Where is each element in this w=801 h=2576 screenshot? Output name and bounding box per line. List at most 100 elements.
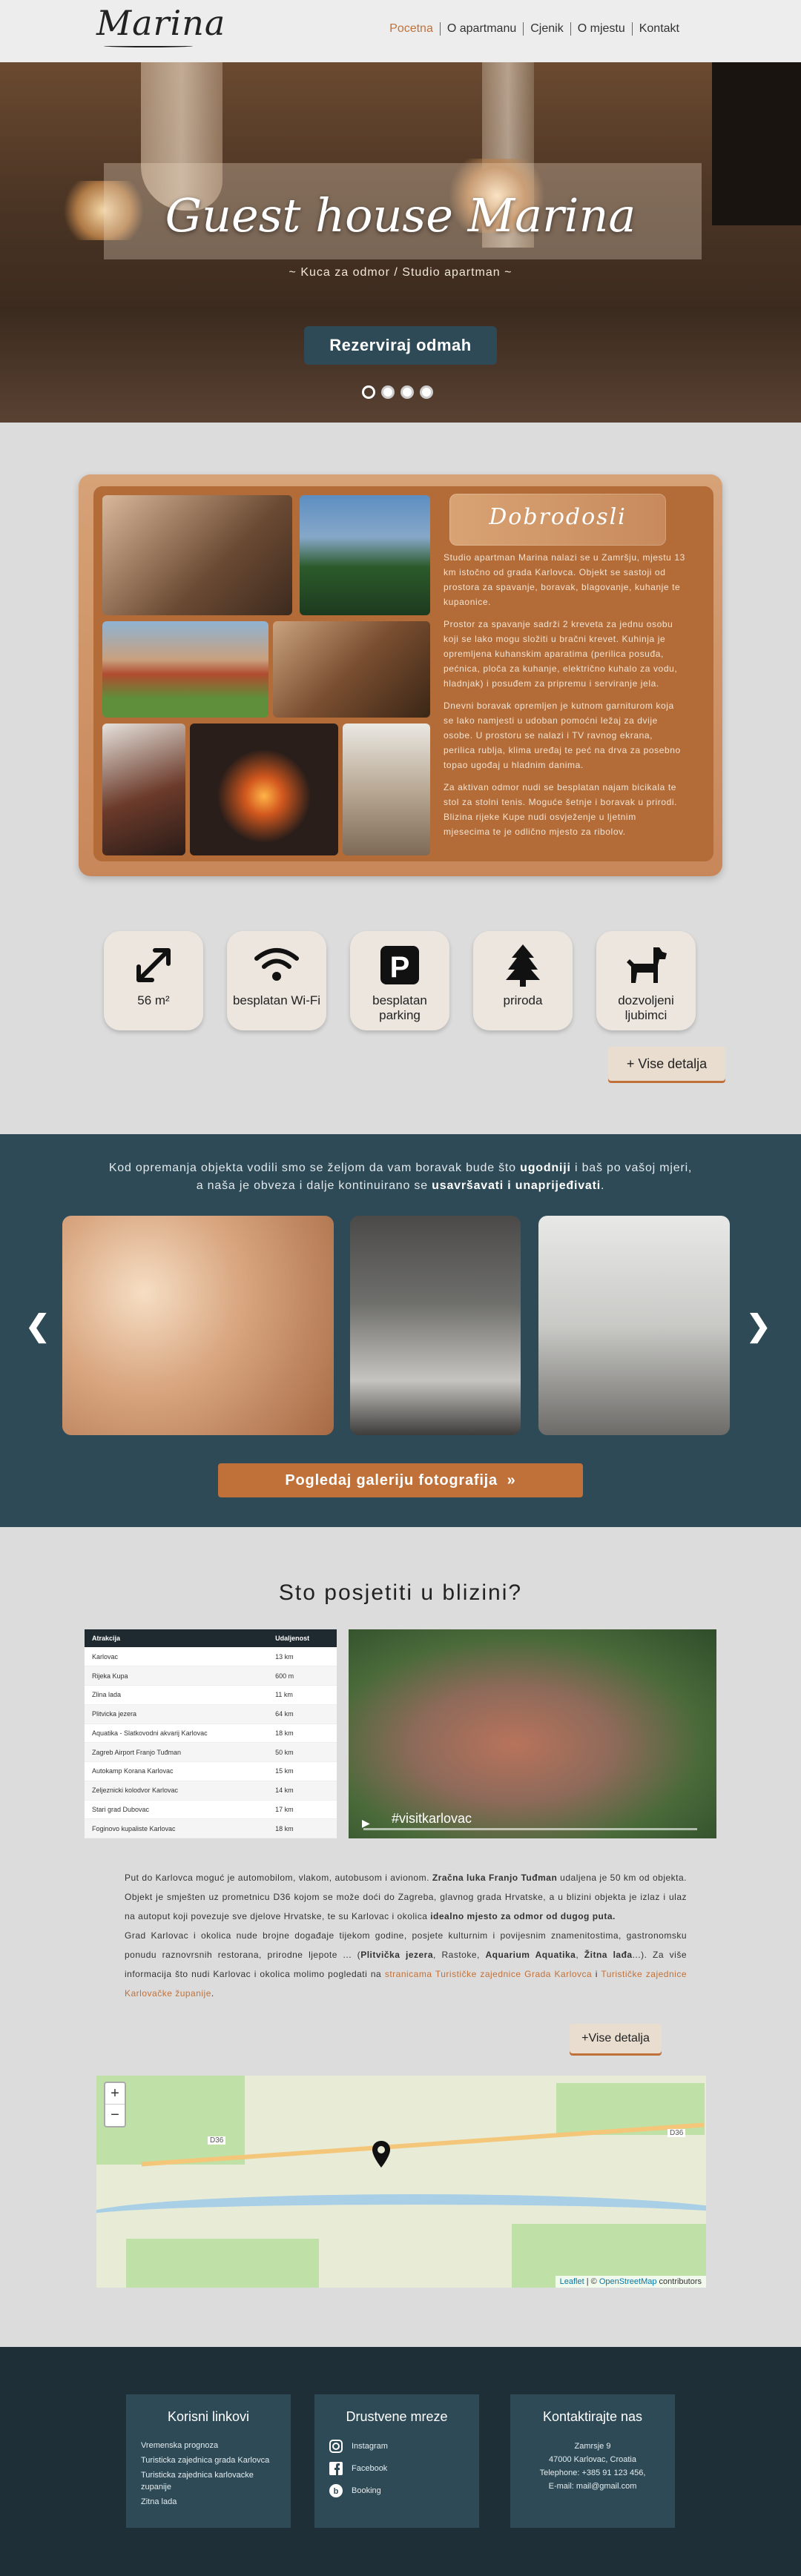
facebook-link[interactable]: Facebook (329, 2462, 464, 2475)
welcome-paragraph: Za aktivan odmor nudi se besplatan najam… (444, 782, 678, 837)
booking-link[interactable]: b Booking (329, 2484, 464, 2497)
table-row: Stari grad Dubovac 17 km (85, 1800, 337, 1820)
hero-image-floor (0, 307, 801, 423)
nearby-text-part: Put do Karlovca moguć je automobilom, vl… (125, 1873, 429, 1883)
nearby-text-part: , Rastoke, (433, 1950, 480, 1960)
photo-garden[interactable] (343, 724, 430, 855)
footer-link[interactable]: Zitna lada (141, 2496, 276, 2508)
photo-house-exterior[interactable] (102, 621, 268, 718)
view-gallery-label: Pogledaj galeriju fotografija (285, 1471, 498, 1489)
photo-dining[interactable] (102, 724, 185, 855)
welcome-text: Studio apartman Marina nalazi se u Zamrš… (444, 550, 685, 847)
karlovac-video[interactable]: ▶ #visitkarlovac (349, 1629, 716, 1838)
contact-address: Zamrsje 9 (574, 2442, 611, 2451)
zoom-in-button[interactable]: + (105, 2083, 125, 2105)
svg-text:b: b (334, 2487, 339, 2496)
table-row: Foginovo kupaliste Karlovac 18 km (85, 1818, 337, 1838)
nearby-text-bold: Žitna lađa (584, 1950, 633, 1960)
photo-kitchen[interactable] (273, 621, 430, 718)
booking-label: Booking (352, 2486, 381, 2495)
location-map[interactable]: D36 D36 + − Leaflet | © OpenStreetMap co… (96, 2076, 706, 2288)
view-gallery-button[interactable]: Pogledaj galeriju fotografija » (218, 1463, 583, 1497)
booking-icon: b (329, 2484, 343, 2497)
logo-underline (104, 44, 193, 47)
more-details-button[interactable]: +Vise detalja (570, 2024, 662, 2053)
chevron-left-icon[interactable]: ❮ (25, 1309, 50, 1343)
chevron-right-icon[interactable]: ❯ (746, 1309, 771, 1343)
photo-fireplace[interactable] (190, 724, 338, 855)
nearby-text-bold: idealno mjesto za odmor od dugog puta. (430, 1911, 616, 1921)
attraction-distance: 11 km (268, 1685, 337, 1705)
map-attribution: Leaflet | © OpenStreetMap contributors (555, 2276, 706, 2288)
welcome-paragraph: Studio apartman Marina nalazi se u Zamrš… (444, 552, 685, 607)
footer-link[interactable]: Turisticka zajednica grada Karlovca (141, 2454, 276, 2466)
gallery-text-part: Kod opremanja objekta vodili smo se želj… (108, 1162, 521, 1174)
video-title: #visitkarlovac (392, 1811, 472, 1826)
gallery-text-bold: usavršavati i unaprijeđivati (432, 1179, 601, 1192)
nav-o-apartmanu[interactable]: O apartmanu (439, 22, 523, 36)
gallery-text-part: . (601, 1179, 605, 1192)
instagram-icon (329, 2440, 343, 2453)
attraction-name: Aquatika - Slatkovodni akvarij Karlovac (85, 1724, 268, 1744)
double-chevron-right-icon: » (502, 1471, 516, 1489)
reserve-button[interactable]: Rezerviraj odmah (304, 326, 497, 365)
zoom-out-button[interactable]: − (105, 2105, 125, 2126)
slider-dot[interactable] (400, 385, 414, 399)
more-details-label: Vise detalja (588, 2032, 650, 2044)
photo-river[interactable] (300, 495, 430, 615)
amenity-size: 56 m² (104, 931, 203, 1030)
table-row: Karlovac 13 km (85, 1647, 337, 1667)
attribution-separator: | © (584, 2277, 599, 2286)
more-details-button[interactable]: + Vise detalja (608, 1047, 725, 1081)
nav-pocetna[interactable]: Pocetna (383, 22, 440, 36)
gallery-photo-bathroom-mirror[interactable] (350, 1216, 521, 1435)
more-details-label: Vise detalja (638, 1056, 708, 1071)
nav-cjenik[interactable]: Cjenik (523, 22, 570, 36)
video-progress-bar[interactable] (363, 1828, 697, 1830)
gallery-photo-pillows[interactable] (62, 1216, 334, 1435)
amenity-nature: priroda (473, 931, 573, 1030)
slider-dot[interactable] (420, 385, 433, 399)
slider-dot[interactable] (381, 385, 395, 399)
welcome-paragraph: Dnevni boravak opremljen je kutnom garni… (444, 701, 681, 770)
site-logo[interactable]: Marina (96, 3, 225, 43)
nav-kontakt[interactable]: Kontakt (631, 22, 686, 36)
road-label: D36 (668, 2129, 686, 2137)
attraction-name: Karlovac (85, 1647, 268, 1667)
welcome-card: Dobrodosli Studio apartman Marina nalazi… (79, 474, 722, 876)
main-nav: Pocetna O apartmanu Cjenik O mjestu Kont… (383, 22, 686, 36)
contact-email[interactable]: E-mail: mail@gmail.com (510, 2480, 675, 2493)
tourist-board-link[interactable]: stranicama Turističke zajednice (385, 1969, 521, 1979)
attraction-distance: 18 km (268, 1724, 337, 1744)
contact-city: 47000 Karlovac, Croatia (548, 2455, 636, 2464)
footer-contact-card: Kontaktirajte nas Zamrsje 9 47000 Karlov… (510, 2394, 675, 2528)
karlovac-city-link[interactable]: Grada Karlovca (524, 1969, 592, 1979)
amenity-label: 56 m² (137, 993, 170, 1007)
site-header: Marina Pocetna O apartmanu Cjenik O mjes… (0, 0, 801, 62)
footer-link[interactable]: Vremenska prognoza (141, 2440, 276, 2451)
amenity-parking: P besplatan parking (350, 931, 449, 1030)
amenity-wifi: besplatan Wi-Fi (227, 931, 326, 1030)
osm-link[interactable]: OpenStreetMap (599, 2277, 657, 2286)
attraction-name: Zagreb Airport Franjo Tuđman (85, 1742, 268, 1762)
footer-link[interactable]: Turisticka zajednica karlovacke zupanije (141, 2469, 276, 2493)
contact-phone[interactable]: Telephone: +385 91 123 456, (510, 2466, 675, 2480)
gallery-photo-bathroom[interactable] (538, 1216, 730, 1435)
footer-links-card: Korisni linkovi Vremenska prognoza Turis… (126, 2394, 291, 2528)
nav-o-mjestu[interactable]: O mjestu (570, 22, 632, 36)
slider-dot[interactable] (362, 385, 375, 399)
map-pin-icon[interactable] (372, 2141, 390, 2168)
photo-grid (102, 495, 430, 855)
leaflet-link[interactable]: Leaflet (560, 2277, 584, 2286)
attraction-name: Plitvicka jezera (85, 1704, 268, 1724)
instagram-link[interactable]: Instagram (329, 2440, 464, 2453)
photo-living-room[interactable] (102, 495, 292, 615)
gallery-text-part: i baš po vašoj mjeri, (570, 1162, 693, 1174)
nearby-description: Put do Karlovca moguć je automobilom, vl… (125, 1873, 688, 1999)
amenity-label: besplatan parking (372, 993, 427, 1022)
attraction-distance: 64 km (268, 1704, 337, 1724)
nearby-text-part: i (592, 1969, 601, 1979)
gallery-intro: Kod opremanja objekta vodili smo se želj… (0, 1159, 801, 1195)
column-header: Udaljenost (268, 1629, 337, 1647)
tree-icon (473, 943, 573, 987)
